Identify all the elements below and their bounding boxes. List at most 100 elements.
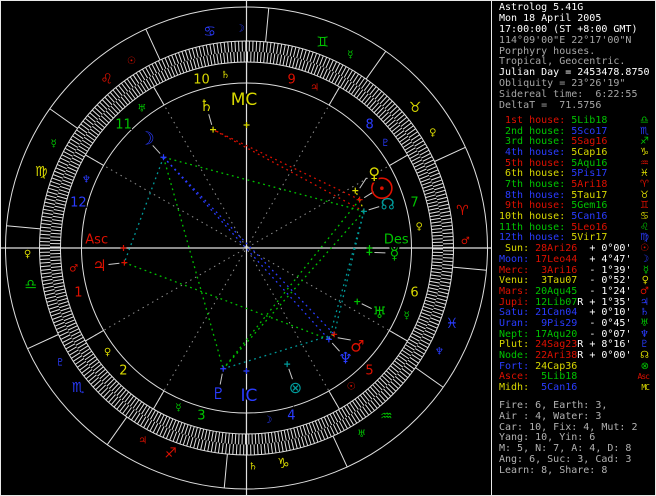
degree-tick <box>59 185 71 191</box>
degree-tick <box>56 324 67 331</box>
house-cusp-value: 5Ari18 <box>571 179 608 191</box>
degree-tick <box>174 421 180 432</box>
degree-tick <box>209 54 213 66</box>
jupiter-position-dot <box>121 259 128 266</box>
degree-tick <box>317 419 323 430</box>
degree-tick <box>437 200 449 204</box>
degree-tick <box>221 432 224 443</box>
sign-boundary <box>434 146 466 162</box>
degree-tick <box>304 435 309 446</box>
zodiac-sign-glyph: ♓ <box>446 316 459 332</box>
degree-tick <box>266 52 269 64</box>
planet-label: Asce: <box>499 371 536 383</box>
degree-tick <box>434 304 445 309</box>
planet-latitude-value: R + 1°35' <box>577 296 632 308</box>
degree-tick <box>221 443 224 454</box>
degree-tick <box>50 265 62 269</box>
house-number: 12 <box>70 195 87 210</box>
degree-tick <box>420 312 431 317</box>
degree-tick <box>202 45 206 57</box>
degree-tick <box>285 55 289 67</box>
degree-tick <box>67 325 78 331</box>
degree-tick <box>177 422 183 433</box>
degree-tick <box>435 189 446 194</box>
degree-tick <box>176 64 182 75</box>
degree-tick <box>200 428 205 440</box>
degree-tick <box>312 53 318 64</box>
degree-tick <box>47 302 58 307</box>
degree-tick <box>322 68 328 79</box>
degree-tick <box>426 165 437 172</box>
degree-tick <box>440 280 451 284</box>
venus-glyph: ♀ <box>368 164 380 183</box>
panel-divider <box>491 0 492 496</box>
degree-tick <box>427 323 438 329</box>
degree-tick <box>54 321 65 327</box>
sign-ruler-glyph: ♅ <box>357 429 366 440</box>
degree-tick <box>62 313 73 318</box>
degree-tick <box>50 312 62 317</box>
degree-tick <box>189 436 194 448</box>
degree-tick <box>170 66 176 77</box>
zodiac-sign-glyph: ♒ <box>380 408 393 424</box>
degree-tick <box>319 67 325 78</box>
degree-tick <box>263 443 266 455</box>
house-ruler-glyph: ☽ <box>263 415 272 426</box>
degree-tick <box>283 430 287 441</box>
degree-tick <box>442 235 454 238</box>
saturn-pointer <box>208 114 213 125</box>
degree-tick <box>441 221 452 224</box>
planet-label: Fort: <box>499 360 536 372</box>
sign-boundary <box>265 7 270 42</box>
sign-boundary <box>27 334 59 350</box>
degree-tick <box>270 432 274 443</box>
degree-tick <box>428 287 439 291</box>
degree-tick <box>40 268 52 271</box>
degree-tick <box>430 317 441 322</box>
planet-position-value: 3Ari16 <box>535 264 578 276</box>
degree-tick <box>190 426 195 437</box>
house-number: 8 <box>365 118 373 133</box>
degree-tick <box>43 285 54 289</box>
degree-tick <box>426 326 437 332</box>
degree-tick <box>49 308 60 314</box>
degree-tick <box>421 309 433 314</box>
house-number: 5 <box>365 364 373 379</box>
degree-tick <box>429 172 440 178</box>
degree-tick <box>255 41 258 52</box>
degree-tick <box>280 430 284 442</box>
zodiac-sign-glyph: ♐ <box>164 445 177 461</box>
degree-tick <box>310 63 316 74</box>
degree-tick <box>307 434 312 445</box>
sign-boundary <box>223 454 228 489</box>
planet-icon: Asc <box>637 372 650 382</box>
house-ruler-glyph: ☿ <box>175 403 181 414</box>
degree-tick <box>295 58 299 69</box>
saturn-position-dot <box>210 126 217 133</box>
degree-tick <box>415 165 426 171</box>
degree-tick <box>313 432 319 443</box>
degree-tick <box>66 322 77 328</box>
degree-tick <box>287 439 291 451</box>
degree-tick <box>421 336 432 342</box>
degree-tick <box>431 231 443 234</box>
degree-tick <box>57 328 68 334</box>
degree-tick <box>65 169 76 175</box>
degree-tick <box>191 48 196 59</box>
planet-position-value: 24Sag23 <box>535 339 578 351</box>
chart-wheel: ♈ ♂ ♉ ♀ ♊ ☿ ♋ ☽ ♌ ☉ ♍ ☿ ♎ ♀ ♏ ♇ ♐ ♃ ♑ ♄ ♒ ♅ ♓ ♆ 1 ♂ 2 ♀ 3 ☿ 4 ☽ 5 ☉ 6 ☿ 7 ♀ 8 ♇… <box>0 0 492 496</box>
degree-tick <box>277 431 281 442</box>
planet-latitude-value <box>577 382 583 393</box>
house-label: 5th house: <box>499 157 572 169</box>
degree-tick <box>39 237 51 239</box>
aspect-line-sextile <box>333 211 365 335</box>
degree-tick <box>53 212 64 216</box>
planet-label: Midh: <box>499 382 536 394</box>
degree-tick <box>47 191 58 195</box>
degree-tick <box>326 427 332 438</box>
degree-tick <box>44 201 55 205</box>
degree-tick <box>214 431 217 442</box>
sign-ruler-glyph: ♃ <box>138 435 147 446</box>
degree-tick <box>260 443 263 455</box>
planet-row: Midh: 5Can16 MC <box>499 382 653 394</box>
